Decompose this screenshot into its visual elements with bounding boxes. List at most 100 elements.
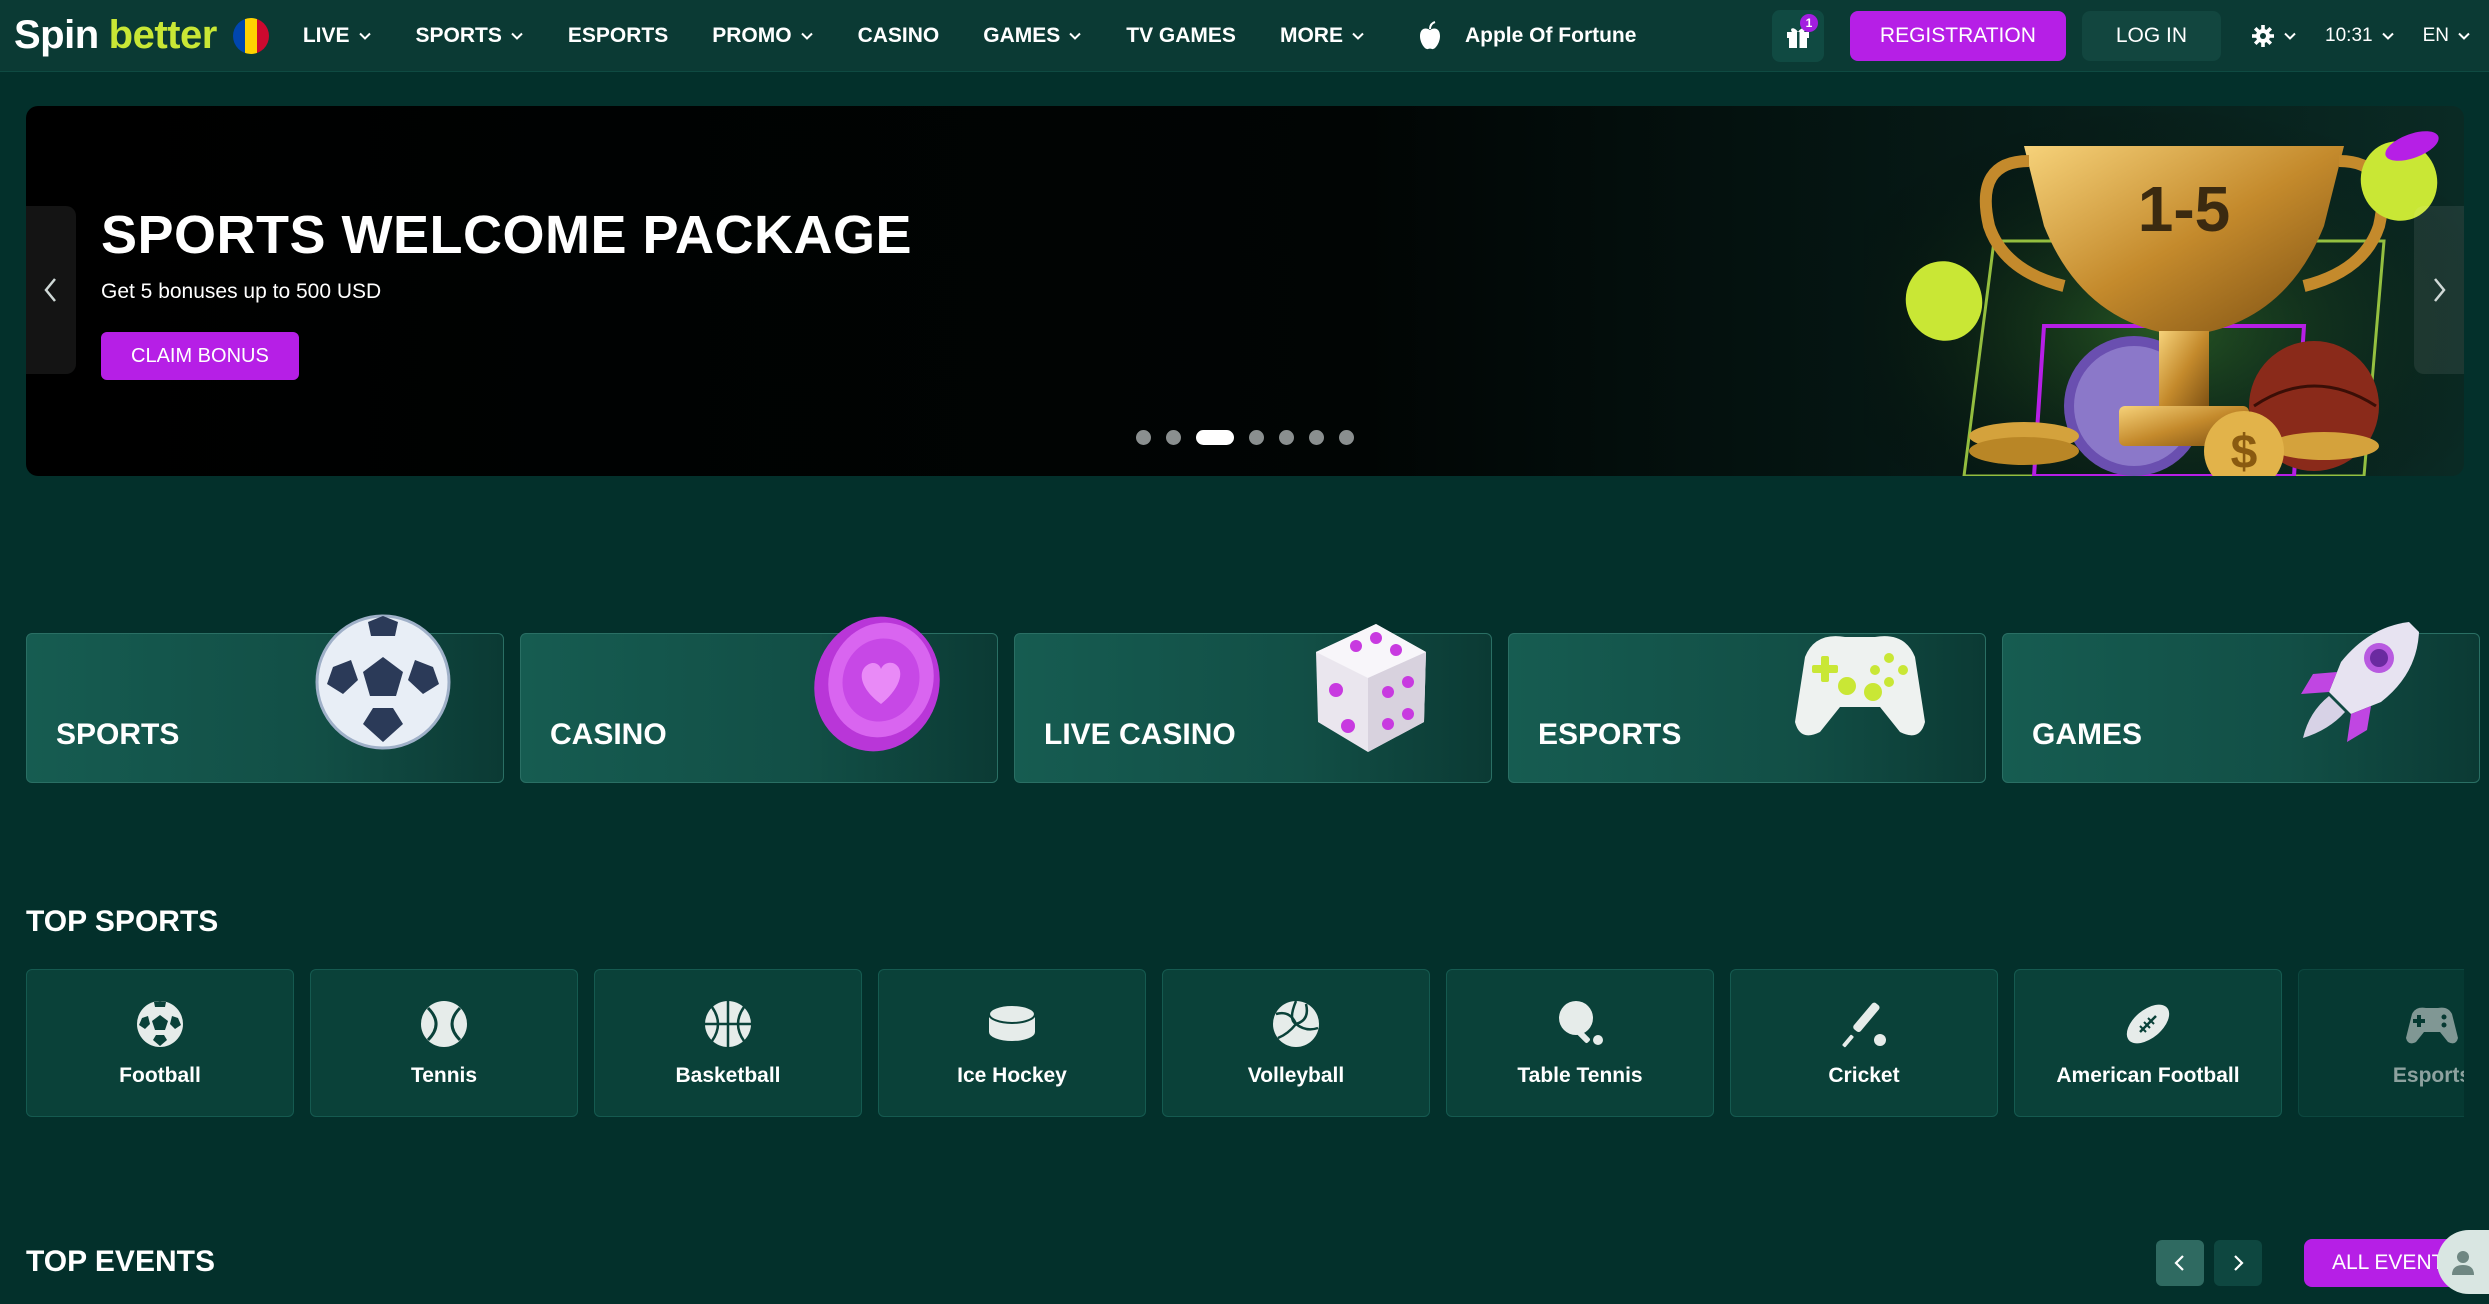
chevron-down-icon — [1069, 32, 1081, 40]
chevron-down-icon — [2284, 32, 2296, 40]
top-events-title: TOP EVENTS — [26, 1245, 215, 1278]
category-esports-label: ESPORTS — [1538, 718, 1682, 751]
time-dropdown[interactable]: 10:31 — [2325, 25, 2395, 47]
login-button[interactable]: LOG IN — [2081, 11, 2222, 61]
gift-count-badge: 1 — [1799, 14, 1818, 32]
sport-table-tennis[interactable]: Table Tennis — [1446, 969, 1714, 1117]
category-sports[interactable]: SPORTS — [26, 614, 504, 783]
sport-cricket[interactable]: Cricket — [1730, 969, 1998, 1117]
category-casino-label: CASINO — [550, 718, 667, 751]
casino-chip-icon — [814, 616, 940, 752]
sport-american-football[interactable]: American Football — [2014, 969, 2282, 1117]
nav-promo-label: PROMO — [712, 23, 792, 47]
apple-of-fortune-link[interactable]: Apple Of Fortune — [1417, 20, 1637, 51]
chevron-down-icon — [800, 32, 813, 40]
chevron-left-icon — [2174, 1255, 2184, 1271]
banner-dot[interactable] — [1339, 430, 1354, 445]
nav-sports-label: SPORTS — [415, 23, 502, 47]
sport-football-label: Football — [119, 1064, 201, 1087]
claim-bonus-button[interactable]: CLAIM BONUS — [101, 332, 299, 380]
esports-icon — [2406, 1007, 2458, 1044]
sport-ice-hockey[interactable]: Ice Hockey — [878, 969, 1146, 1117]
events-next-button[interactable] — [2214, 1240, 2262, 1286]
nav-esports[interactable]: ESPORTS — [568, 24, 668, 48]
chevron-down-icon — [511, 32, 523, 40]
trophy-illustration: 1-5 $ — [1864, 106, 2464, 476]
sport-table-tennis-label: Table Tennis — [1517, 1064, 1643, 1087]
sport-tennis-label: Tennis — [410, 1064, 478, 1087]
banner-prev-button[interactable] — [26, 206, 76, 374]
nav-live-label: LIVE — [302, 23, 350, 47]
banner-subtitle: Get 5 bonuses up to 500 USD — [101, 280, 382, 303]
banner-dot[interactable] — [1196, 430, 1234, 445]
nav-casino[interactable]: CASINO — [858, 24, 940, 48]
chevron-down-icon — [2381, 32, 2394, 40]
svg-text:$: $ — [2231, 426, 2258, 476]
category-live-casino[interactable]: LIVE CASINO — [1014, 624, 1492, 783]
category-games-label: GAMES — [2032, 718, 2143, 751]
dice-icon — [1316, 624, 1426, 752]
banner-dot[interactable] — [1136, 430, 1151, 445]
tennis-icon — [421, 1001, 467, 1047]
nav-games-label: GAMES — [983, 23, 1061, 47]
logo-spin-text: Spin — [14, 13, 99, 57]
sport-american-football-label: American Football — [2056, 1064, 2240, 1087]
banner-pagination — [1136, 430, 1369, 445]
sport-esports[interactable]: Esports — [2298, 969, 2464, 1117]
banner-next-button[interactable] — [2414, 206, 2464, 374]
chevron-right-icon — [2434, 278, 2446, 302]
gift-button[interactable]: 1 — [1771, 10, 1824, 62]
banner-dot[interactable] — [1309, 430, 1324, 445]
chevron-down-icon — [1352, 32, 1364, 40]
basketball-icon — [705, 1001, 751, 1047]
nav-casino-label: CASINO — [857, 23, 940, 47]
category-casino[interactable]: CASINO — [520, 616, 998, 783]
moldova-flag-icon[interactable] — [232, 17, 269, 54]
category-live-casino-label: LIVE CASINO — [1044, 718, 1236, 751]
events-prev-button[interactable] — [2156, 1240, 2204, 1286]
chevron-left-icon — [44, 278, 56, 302]
promo-banner[interactable]: 1-5 $ SPORTS WELCOME PACKAGE Get 5 bonus… — [26, 106, 2464, 476]
sport-cricket-label: Cricket — [1828, 1064, 1900, 1087]
site-logo[interactable]: Spin better — [14, 0, 269, 72]
apple-icon — [1419, 20, 1440, 49]
banner-dot[interactable] — [1279, 430, 1294, 445]
nav-esports-label: ESPORTS — [567, 23, 669, 47]
sport-basketball[interactable]: Basketball — [594, 969, 862, 1117]
language-dropdown[interactable]: EN — [2423, 25, 2471, 47]
nav-tv-games-label: TV GAMES — [1126, 23, 1236, 47]
volleyball-icon — [1273, 1000, 1319, 1047]
settings-dropdown[interactable] — [2251, 24, 2297, 48]
table-tennis-icon — [1559, 1001, 1603, 1045]
top-sports-title: TOP SPORTS — [26, 905, 219, 938]
sport-esports-label: Esports — [2392, 1064, 2464, 1087]
sport-football[interactable]: Football — [26, 969, 294, 1117]
top-header: Spin better LIVE SPORTS ESPORTS PROMO CA… — [0, 0, 2489, 72]
sport-volleyball[interactable]: Volleyball — [1162, 969, 1430, 1117]
nav-more[interactable]: MORE — [1280, 24, 1365, 48]
apple-of-fortune-label: Apple Of Fortune — [1464, 23, 1637, 47]
soccer-ball-icon — [315, 614, 451, 750]
nav-more-label: MORE — [1279, 23, 1343, 47]
sport-ice-hockey-label: Ice Hockey — [957, 1064, 1067, 1087]
top-sports-list: Football Tennis Basketball Ice Hockey Vo… — [26, 969, 2464, 1117]
nav-games[interactable]: GAMES — [983, 24, 1082, 48]
banner-dot[interactable] — [1249, 430, 1264, 445]
nav-promo[interactable]: PROMO — [712, 24, 813, 48]
football-icon — [137, 1001, 183, 1047]
banner-title: SPORTS WELCOME PACKAGE — [101, 205, 913, 265]
nav-live[interactable]: LIVE — [303, 24, 372, 48]
category-games[interactable]: GAMES — [2002, 622, 2480, 783]
time-value: 10:31 — [2325, 25, 2373, 46]
nav-tv-games[interactable]: TV GAMES — [1126, 24, 1236, 48]
sport-tennis[interactable]: Tennis — [310, 969, 578, 1117]
trophy-text: 1-5 — [2138, 173, 2231, 245]
category-esports[interactable]: ESPORTS — [1508, 633, 1986, 783]
support-agent-icon — [2452, 1251, 2474, 1275]
registration-button[interactable]: REGISTRATION — [1849, 11, 2066, 61]
nav-sports[interactable]: SPORTS — [416, 24, 524, 48]
main-nav: LIVE SPORTS ESPORTS PROMO CASINO GAMES T… — [303, 0, 1637, 72]
banner-dot[interactable] — [1166, 430, 1181, 445]
american-football-icon — [2126, 1004, 2170, 1044]
header-actions: 1 REGISTRATION LOG IN 10:31 EN — [1771, 0, 2489, 72]
